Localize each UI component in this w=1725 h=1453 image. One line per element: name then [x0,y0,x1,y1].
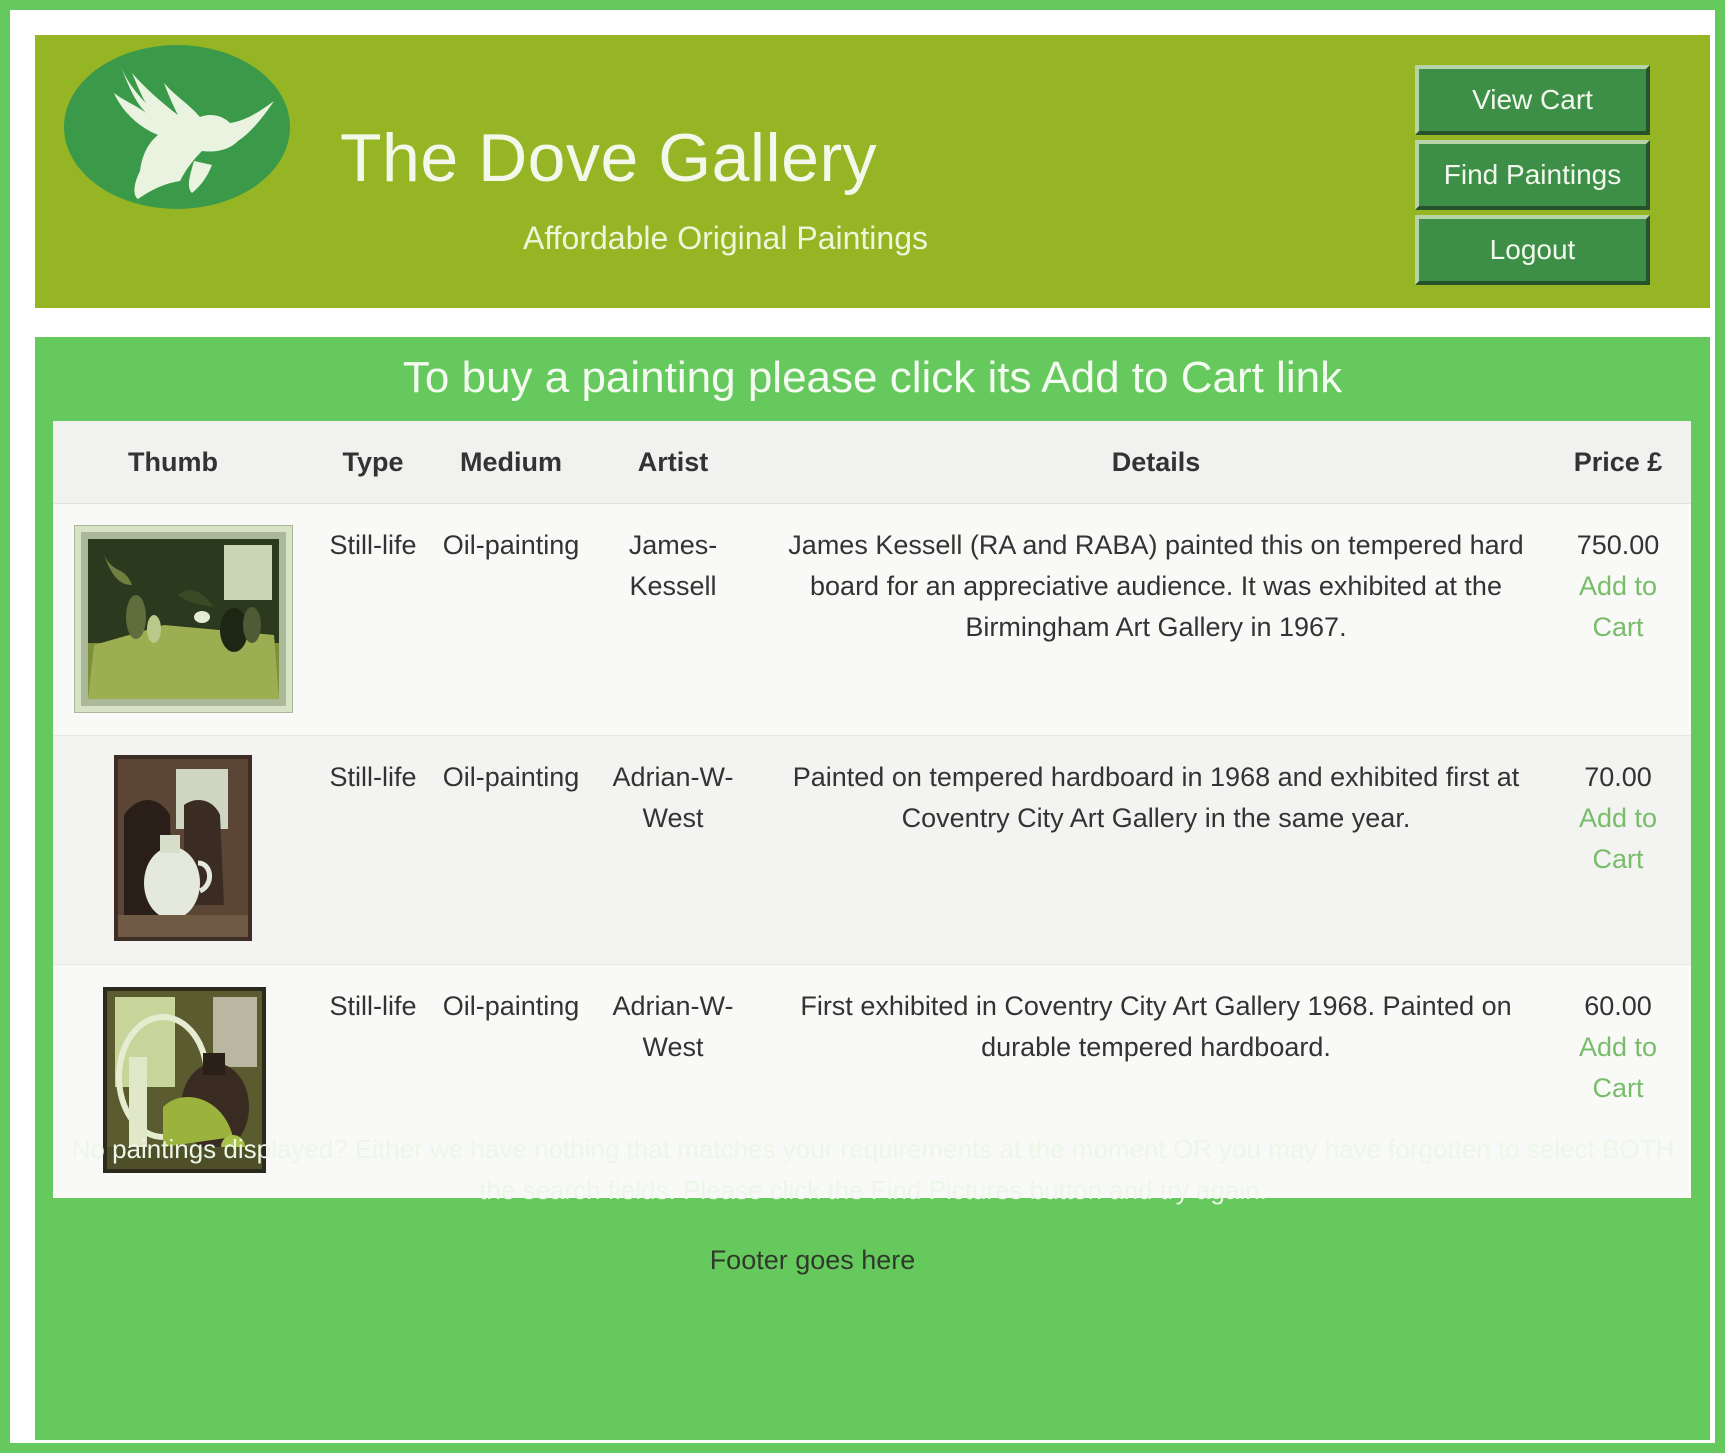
dove-logo-icon [64,45,290,209]
painting-price-cell: 60.00 Add to Cart [1558,986,1678,1109]
add-to-cart-link[interactable]: Add to Cart [1558,566,1678,648]
table-row: Still-life Oil-painting James-Kessell Ja… [53,504,1691,736]
logout-button[interactable]: Logout [1415,215,1650,285]
painting-price: 750.00 [1576,530,1660,560]
find-paintings-button[interactable]: Find Paintings [1415,140,1650,210]
painting-thumbnail[interactable] [74,525,293,713]
main-content: To buy a painting please click its Add t… [35,337,1710,1440]
painting-price-cell: 70.00 Add to Cart [1558,757,1678,880]
view-cart-button[interactable]: View Cart [1415,65,1650,135]
painting-medium: Oil-painting [442,991,580,1021]
column-header-details: Details [1111,447,1201,477]
painting-price: 60.00 [1584,991,1652,1021]
painting-medium: Oil-painting [442,762,580,792]
column-header-price: Price £ [1573,447,1663,477]
painting-artist: James-Kessell [628,530,718,601]
painting-price-cell: 750.00 Add to Cart [1558,525,1678,648]
table-row: Still-life Oil-painting Adrian-W-West Pa… [53,736,1691,965]
painting-artist: Adrian-W-West [612,762,734,833]
add-to-cart-link[interactable]: Add to Cart [1558,798,1678,880]
painting-artist: Adrian-W-West [612,991,734,1062]
site-title: The Dove Gallery [340,120,878,196]
column-header-medium: Medium [459,447,562,477]
column-header-type: Type [342,447,404,477]
table-header: Thumb Type Medium Artist Details Price £ [53,421,1691,504]
site-header: The Dove Gallery Affordable Original Pai… [35,35,1710,308]
site-subtitle: Affordable Original Paintings [523,220,928,256]
painting-details: James Kessell (RA and RABA) painted this… [788,530,1524,642]
page-heading: To buy a painting please click its Add t… [402,353,1343,402]
painting-details: Painted on tempered hardboard in 1968 an… [792,762,1520,833]
page-footer: Footer goes here [709,1245,916,1275]
page-frame: The Dove Gallery Affordable Original Pai… [0,0,1725,1453]
painting-type: Still-life [329,762,417,792]
paintings-table: Thumb Type Medium Artist Details Price £ [53,421,1691,1198]
painting-details: First exhibited in Coventry City Art Gal… [800,991,1512,1062]
painting-medium: Oil-painting [442,530,580,560]
painting-price: 70.00 [1584,762,1652,792]
column-header-artist: Artist [637,447,709,477]
no-results-note: No paintings displayed? Either we have n… [71,1134,1675,1205]
painting-type: Still-life [329,991,417,1021]
painting-thumbnail[interactable] [114,755,252,941]
painting-type: Still-life [329,530,417,560]
add-to-cart-link[interactable]: Add to Cart [1558,1027,1678,1109]
column-header-thumb: Thumb [128,447,218,477]
